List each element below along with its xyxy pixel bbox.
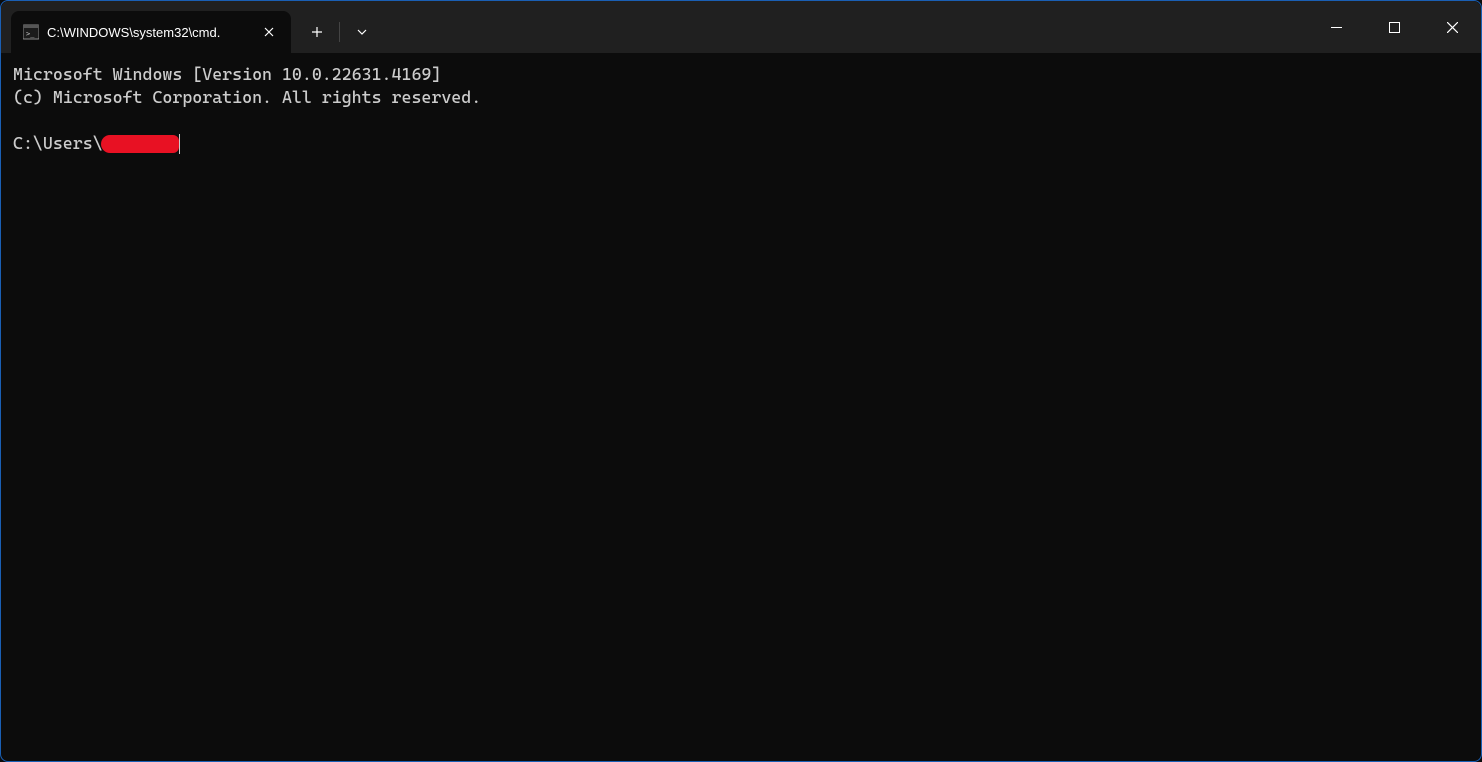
window-controls [1307, 1, 1481, 53]
svg-text:>_: >_ [26, 30, 35, 38]
maximize-button[interactable] [1365, 1, 1423, 53]
tab-title: C:\WINDOWS\system32\cmd. [47, 25, 249, 40]
new-tab-button[interactable] [299, 14, 335, 50]
tab-area: >_ C:\WINDOWS\system32\cmd. [1, 1, 1307, 53]
tab-active[interactable]: >_ C:\WINDOWS\system32\cmd. [11, 11, 291, 53]
tab-dropdown-button[interactable] [344, 14, 380, 50]
titlebar: >_ C:\WINDOWS\system32\cmd. [1, 1, 1481, 53]
text-cursor [179, 134, 180, 154]
prompt-prefix: C:\Users\ [13, 132, 103, 155]
cmd-icon: >_ [23, 24, 39, 40]
prompt-line: C:\Users\ [13, 132, 1469, 155]
output-line-2: (c) Microsoft Corporation. All rights re… [13, 87, 481, 107]
minimize-button[interactable] [1307, 1, 1365, 53]
terminal-output[interactable]: Microsoft Windows [Version 10.0.22631.41… [1, 53, 1481, 165]
close-window-button[interactable] [1423, 1, 1481, 53]
tab-controls [291, 11, 380, 53]
tab-close-button[interactable] [257, 20, 281, 44]
output-line-1: Microsoft Windows [Version 10.0.22631.41… [13, 64, 441, 84]
divider [339, 22, 340, 42]
redacted-username [101, 135, 179, 153]
